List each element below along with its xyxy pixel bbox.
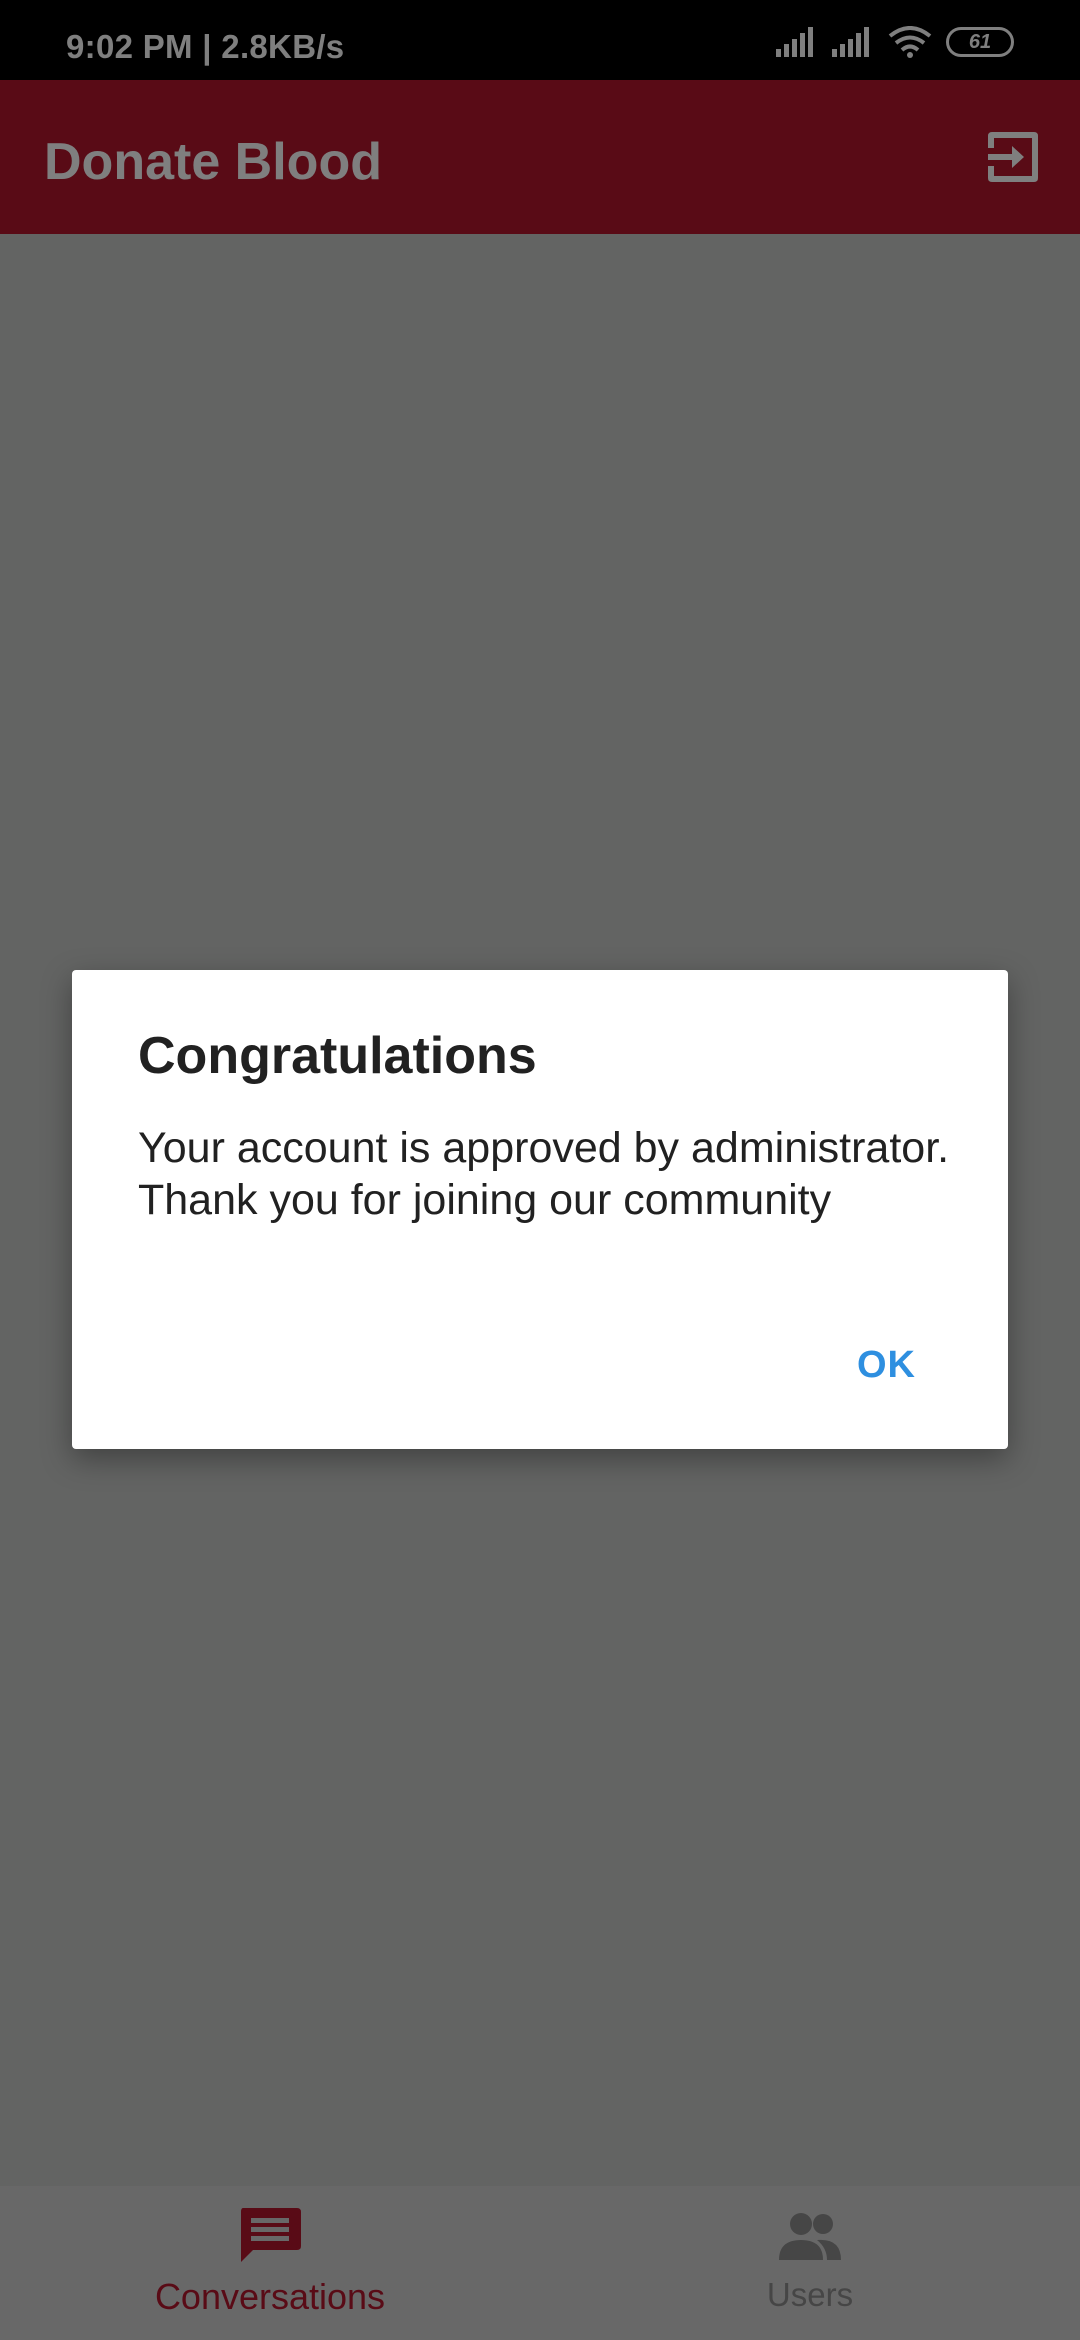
ok-button[interactable]: OK [857,1344,916,1387]
approval-dialog: Congratulations Your account is approved… [72,970,1008,1449]
dialog-message: Your account is approved by administrato… [138,1124,950,1224]
dialog-title: Congratulations [138,1027,537,1085]
